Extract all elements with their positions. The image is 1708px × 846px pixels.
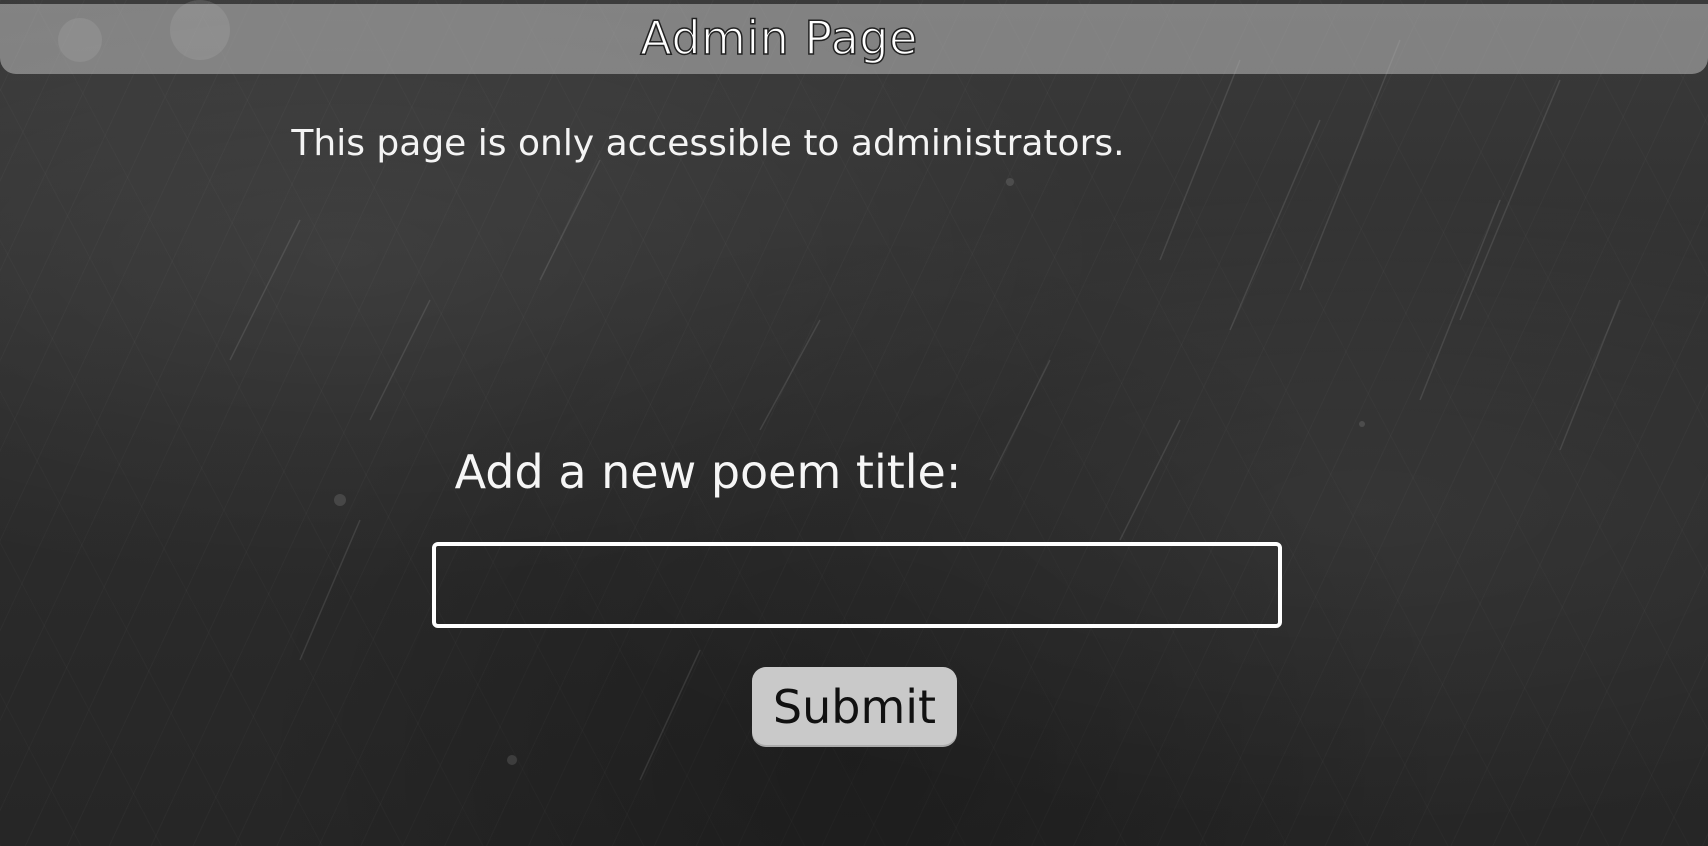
poem-title-input[interactable]	[432, 542, 1282, 628]
admin-page: { "header": { "title": "Admin Page" }, "…	[0, 0, 1708, 846]
submit-button[interactable]: Submit	[752, 667, 957, 747]
header-bar: Admin Page	[0, 4, 1708, 74]
page-title: Admin Page	[639, 10, 918, 66]
access-notice: This page is only accessible to administ…	[291, 123, 1125, 164]
poem-title-label: Add a new poem title:	[454, 445, 962, 499]
